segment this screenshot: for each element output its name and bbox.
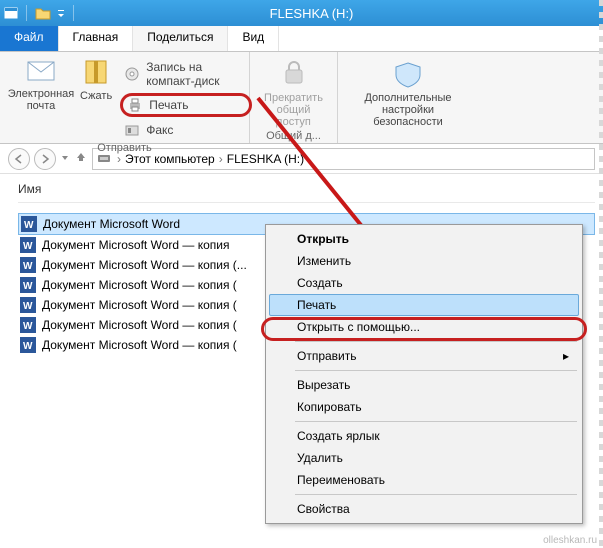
svg-text:W: W xyxy=(23,261,33,272)
stop-sharing-label: Прекратить общий доступ xyxy=(260,92,327,128)
ctx-print[interactable]: Печать xyxy=(269,294,579,316)
titlebar: FLESHKA (H:) xyxy=(0,0,603,26)
tab-file[interactable]: Файл xyxy=(0,26,59,51)
separator xyxy=(295,421,577,422)
ctx-open-with[interactable]: Открыть с помощью... xyxy=(269,316,579,338)
context-menu: Открыть Изменить Создать Печать Открыть … xyxy=(265,224,583,524)
burn-label: Запись на компакт-диск xyxy=(146,60,247,88)
ctx-send-to[interactable]: Отправить▸ xyxy=(269,345,579,367)
word-doc-icon: W xyxy=(20,257,36,273)
tab-share[interactable]: Поделиться xyxy=(133,26,228,51)
ctx-shortcut[interactable]: Создать ярлык xyxy=(269,425,579,447)
word-doc-icon: W xyxy=(20,277,36,293)
separator xyxy=(295,341,577,342)
file-name: Документ Microsoft Word — копия xyxy=(42,238,229,252)
stop-sharing-button: Прекратить общий доступ xyxy=(260,56,327,128)
ctx-edit[interactable]: Изменить xyxy=(269,250,579,272)
file-name: Документ Microsoft Word — копия ( xyxy=(42,298,237,312)
email-label: Электронная почта xyxy=(8,88,75,112)
ribbon: Электронная почта Сжать Запись на компак… xyxy=(0,52,603,144)
ctx-rename[interactable]: Переименовать xyxy=(269,469,579,491)
folder-icon[interactable] xyxy=(35,6,51,20)
svg-text:W: W xyxy=(23,321,33,332)
file-name: Документ Microsoft Word — копия ( xyxy=(42,338,237,352)
security-button[interactable]: Дополнительные настройки безопасности xyxy=(348,56,468,128)
file-name: Документ Microsoft Word — копия ( xyxy=(42,278,237,292)
burn-button[interactable]: Запись на компакт-диск xyxy=(120,58,251,90)
ctx-copy[interactable]: Копировать xyxy=(269,396,579,418)
fax-button[interactable]: Факс xyxy=(120,120,251,140)
ctx-delete[interactable]: Удалить xyxy=(269,447,579,469)
watermark: olleshkan.ru xyxy=(543,535,597,546)
print-label: Печать xyxy=(149,98,188,112)
svg-text:W: W xyxy=(23,281,33,292)
zip-button[interactable]: Сжать xyxy=(80,56,112,102)
separator xyxy=(295,370,577,371)
ctx-properties[interactable]: Свойства xyxy=(269,498,579,520)
ctx-new[interactable]: Создать xyxy=(269,272,579,294)
separator xyxy=(295,494,577,495)
window-title: FLESHKA (H:) xyxy=(80,6,603,21)
chevron-right-icon: ▸ xyxy=(563,349,569,363)
tab-home[interactable]: Главная xyxy=(59,26,134,51)
word-doc-icon: W xyxy=(20,317,36,333)
tab-view[interactable]: Вид xyxy=(228,26,279,51)
file-name: Документ Microsoft Word xyxy=(43,217,180,231)
email-button[interactable]: Электронная почта xyxy=(10,56,72,112)
ribbon-tabs: Файл Главная Поделиться Вид xyxy=(0,26,603,52)
send-group-label: Отправить xyxy=(10,140,239,154)
word-doc-icon: W xyxy=(20,297,36,313)
svg-text:W: W xyxy=(23,241,33,252)
qat-dropdown-icon[interactable] xyxy=(57,6,65,20)
svg-text:W: W xyxy=(23,341,33,352)
print-button[interactable]: Печать xyxy=(120,93,251,117)
word-doc-icon: W xyxy=(20,237,36,253)
file-name: Документ Microsoft Word — копия ( xyxy=(42,318,237,332)
security-label: Дополнительные настройки безопасности xyxy=(348,92,468,128)
column-name[interactable]: Имя xyxy=(18,182,595,203)
system-menu-icon[interactable] xyxy=(4,6,18,20)
ctx-cut[interactable]: Вырезать xyxy=(269,374,579,396)
share-group-label: Общий д... xyxy=(260,128,327,142)
ctx-open[interactable]: Открыть xyxy=(269,228,579,250)
svg-text:W: W xyxy=(23,301,33,312)
fax-label: Факс xyxy=(146,123,173,137)
svg-text:W: W xyxy=(24,220,34,231)
word-doc-icon: W xyxy=(20,337,36,353)
zip-label: Сжать xyxy=(80,90,112,102)
file-name: Документ Microsoft Word — копия (... xyxy=(42,258,247,272)
word-doc-icon: W xyxy=(21,216,37,232)
